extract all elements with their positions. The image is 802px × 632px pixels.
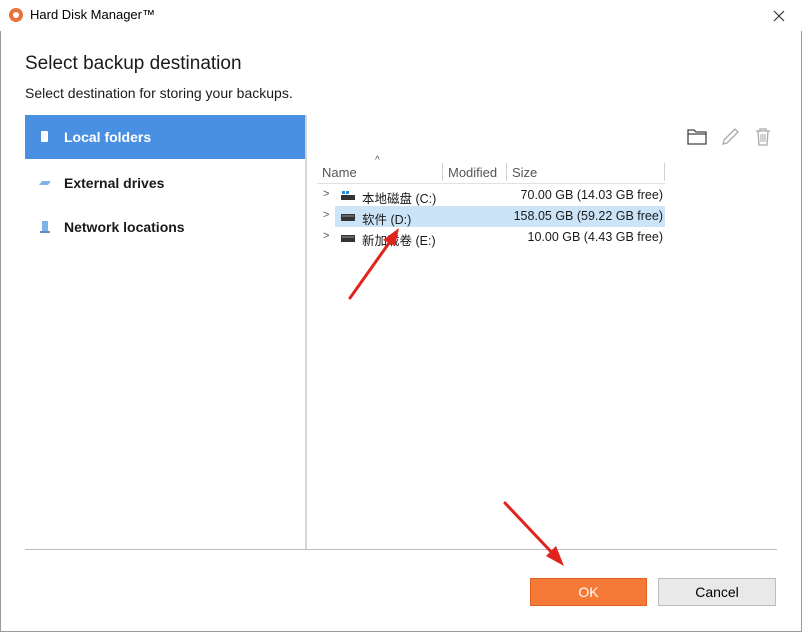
delete-button[interactable] — [752, 126, 774, 148]
column-separator[interactable] — [664, 163, 665, 181]
drive-size: 70.00 GB (14.03 GB free) — [520, 188, 663, 202]
drive-row-c[interactable]: > 本地磁盘 (C:) 70.00 GB (14.03 GB free) — [317, 185, 665, 206]
ok-button[interactable]: OK — [530, 578, 647, 606]
new-folder-button[interactable] — [686, 126, 708, 148]
drive-row-e[interactable]: > 新加载卷 (E:) 10.00 GB (4.43 GB free) — [317, 227, 665, 248]
close-icon — [773, 10, 785, 21]
destination-sidebar: Local folders External drives Network lo… — [25, 115, 305, 550]
nav-item-label: External drives — [64, 175, 165, 191]
column-separator[interactable] — [506, 163, 507, 181]
window-title: Hard Disk Manager™ — [30, 7, 155, 22]
drive-name: 本地磁盘 (C:) — [362, 192, 437, 206]
drive-size: 10.00 GB (4.43 GB free) — [527, 230, 664, 244]
cancel-button[interactable]: Cancel — [658, 578, 776, 606]
delete-icon — [756, 128, 770, 146]
drive-list[interactable]: ^ Name Modified Size > 本地磁盘 (C:) 70.00 G… — [317, 155, 665, 551]
panel-divider — [305, 115, 307, 550]
footer-divider — [25, 549, 777, 550]
header-divider — [317, 183, 665, 184]
page-title: Select backup destination — [25, 53, 242, 74]
nav-item-label: Local folders — [64, 129, 152, 145]
external-drive-icon — [39, 181, 51, 185]
nav-item-external-drives[interactable]: External drives — [25, 161, 305, 205]
drive-name: 新加载卷 (E:) — [362, 234, 436, 248]
drive-icon — [341, 214, 355, 221]
app-logo-icon — [9, 8, 23, 22]
column-separator[interactable] — [442, 163, 443, 181]
page-subtitle: Select destination for storing your back… — [25, 85, 293, 101]
network-location-icon — [40, 221, 50, 233]
expand-chevron-icon[interactable]: > — [323, 230, 329, 242]
sort-ascending-icon: ^ — [375, 155, 380, 166]
drive-name: 软件 (D:) — [362, 213, 412, 227]
new-folder-icon — [687, 129, 707, 145]
rename-button[interactable] — [719, 126, 741, 148]
nav-item-local-folders[interactable]: Local folders — [25, 115, 305, 159]
title-bar[interactable]: Hard Disk Manager™ — [0, 0, 802, 31]
system-drive-icon — [341, 191, 355, 200]
expand-chevron-icon[interactable]: > — [323, 188, 329, 200]
nav-item-network-locations[interactable]: Network locations — [25, 205, 305, 249]
column-header-modified[interactable]: Modified — [448, 161, 497, 183]
column-header-name[interactable]: Name — [322, 161, 357, 183]
drive-row-d[interactable]: > 软件 (D:) 158.05 GB (59.22 GB free) — [317, 206, 665, 227]
drive-size: 158.05 GB (59.22 GB free) — [513, 209, 663, 223]
drive-icon — [341, 235, 355, 242]
local-folder-icon — [41, 131, 48, 142]
column-header-size[interactable]: Size — [512, 161, 537, 183]
rename-icon — [722, 128, 739, 145]
nav-item-label: Network locations — [64, 219, 185, 235]
close-button[interactable] — [756, 0, 802, 31]
expand-chevron-icon[interactable]: > — [323, 209, 329, 221]
